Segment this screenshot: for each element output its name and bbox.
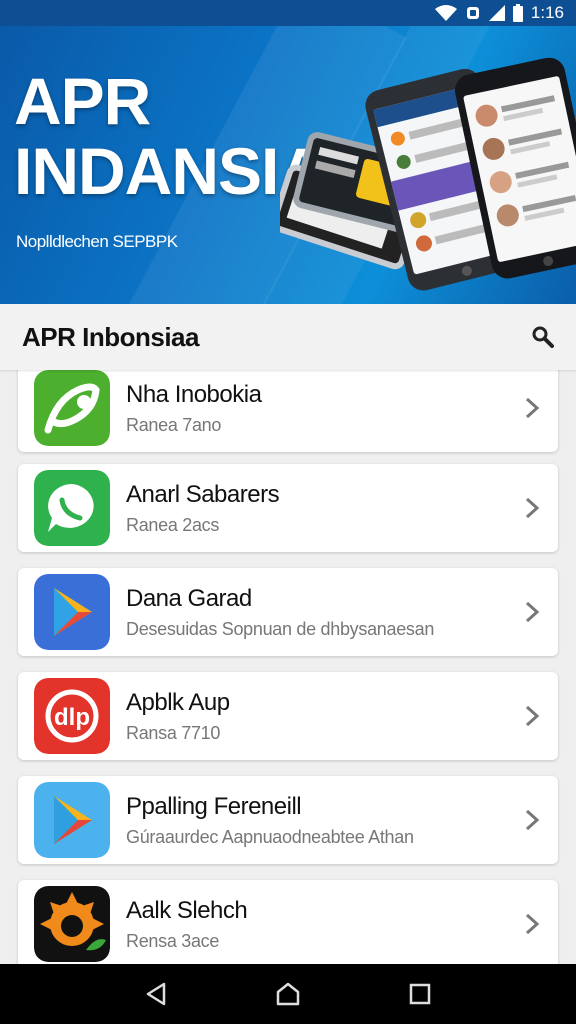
app-name: Nha Inobokia [126, 380, 262, 408]
list-item[interactable]: Nha Inobokia Ranea 7ano [18, 370, 558, 452]
svg-text:dlp: dlp [54, 704, 90, 731]
app-subtitle: Rensa 3ace [126, 930, 220, 951]
chevron-right-icon [525, 809, 540, 831]
chevron-right-icon [525, 601, 540, 623]
app-name: Apblk Aup [126, 688, 230, 716]
play-triangle-lightblue-icon [34, 782, 110, 858]
app-name: Aalk Slehch [126, 896, 248, 924]
battery-icon [512, 4, 523, 22]
page-title: APR Inbonsiaa [22, 321, 199, 352]
home-icon [276, 982, 300, 1006]
chevron-right-icon [525, 397, 540, 419]
app-header: APR Inbonsiaa [0, 304, 576, 370]
app-name: Anarl Sabarers [126, 480, 280, 508]
green-chat-bubble-icon [34, 470, 110, 546]
app-subtitle: Ranea 7ano [126, 414, 222, 435]
chevron-right-icon [525, 705, 540, 727]
app-name: Dana Garad [126, 584, 252, 612]
chevron-right-icon [525, 913, 540, 935]
back-triangle-icon [146, 982, 166, 1006]
chevron-right-icon [525, 497, 540, 519]
list-item[interactable]: Ppalling Fereneill Gúraaurdec Aapnuaodne… [18, 776, 558, 864]
app-subtitle: Desesuidas Sopnuan de dhbysanaesan [126, 618, 435, 639]
home-button[interactable] [268, 974, 308, 1014]
play-triangle-blue-icon [34, 574, 110, 650]
banner-subtitle: Noplldlechen SEPBPK [16, 232, 178, 251]
wifi-icon [434, 5, 457, 21]
search-icon[interactable] [532, 326, 554, 348]
list-item[interactable]: Dana Garad Desesuidas Sopnuan de dhbysan… [18, 568, 558, 656]
back-button[interactable] [136, 974, 176, 1014]
app-subtitle: Ranea 2acs [126, 514, 220, 535]
list-item[interactable]: dlp Apblk Aup Ransa 7710 [18, 672, 558, 760]
signal-icon [488, 5, 505, 21]
red-circle-dlp-icon: dlp [34, 678, 110, 754]
app-name: Ppalling Fereneill [126, 792, 302, 820]
green-leaf-icon [34, 370, 110, 446]
status-time: 1:16 [530, 3, 564, 22]
hero-banner: APR INDANSIA Noplldlechen SEPBPK [0, 26, 576, 304]
system-nav-bar [0, 964, 576, 1024]
app-subtitle: Gúraaurdec Aapnuaodneabtee Athan [126, 826, 414, 847]
sun-orange-icon [34, 886, 110, 962]
banner-title: APR INDANSIA [14, 64, 326, 208]
recents-square-icon [409, 983, 431, 1005]
recents-button[interactable] [400, 974, 440, 1014]
phones-illustration [280, 57, 576, 291]
list-item[interactable]: Aalk Slehch Rensa 3ace [18, 880, 558, 964]
app-subtitle: Ransa 7710 [126, 722, 221, 743]
app-list: Nha Inobokia Ranea 7ano Anarl Sabarers R… [0, 370, 576, 964]
notification-icon [466, 7, 479, 19]
list-item[interactable]: Anarl Sabarers Ranea 2acs [18, 464, 558, 552]
status-bar: 1:16 [0, 0, 576, 26]
